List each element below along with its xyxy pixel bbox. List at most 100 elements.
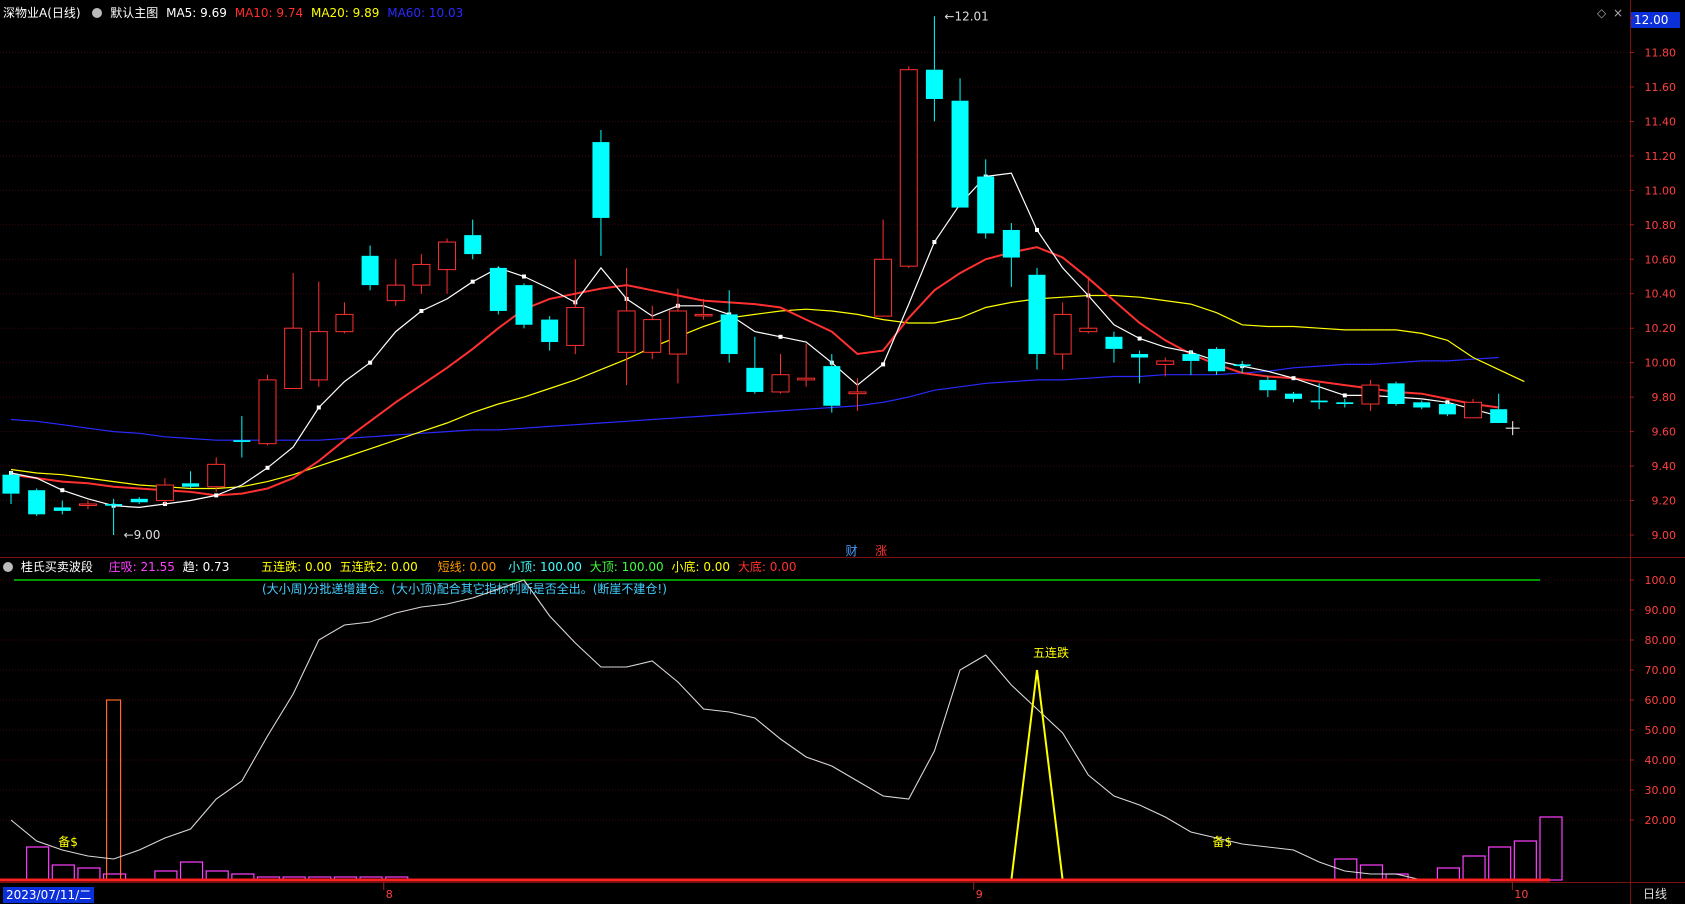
main-y-tick-label: 11.40: [1645, 115, 1677, 128]
candle-body-up: [1361, 384, 1380, 405]
candle: [28, 488, 46, 517]
candle-body-up: [438, 241, 457, 271]
candle: [746, 336, 764, 394]
sub-y-tick-label: 40.00: [1645, 754, 1677, 767]
candle: [1361, 379, 1380, 411]
candle: [1182, 350, 1200, 375]
candle-body-up: [643, 319, 662, 353]
candle: [1053, 302, 1072, 370]
candle-body-down: [1002, 229, 1020, 258]
candle-body-down: [1285, 393, 1302, 399]
candle-body-down: [1413, 402, 1431, 408]
main-y-tick-label: 11.60: [1645, 81, 1677, 94]
main-y-tick-label: 11.20: [1645, 150, 1677, 163]
bottom-axis-line: [0, 882, 1685, 883]
main-y-tick-label: 9.20: [1652, 495, 1677, 508]
main-y-tick-label: 11.00: [1645, 184, 1677, 197]
panel-divider: [0, 557, 1630, 558]
main-y-tick-label: 10.20: [1645, 322, 1677, 335]
candle: [899, 66, 918, 268]
candle: [925, 16, 943, 122]
candle: [386, 259, 405, 306]
main-y-tick-label: 9.00: [1652, 529, 1677, 542]
candle: [361, 245, 379, 291]
candle-body-down: [925, 69, 943, 99]
candle: [1002, 223, 1020, 287]
zhuangxi-box: [1539, 816, 1563, 881]
candle: [53, 500, 71, 515]
indicator-label: 备$: [1213, 835, 1233, 849]
candle-body-down: [746, 367, 764, 392]
candle-body-up: [309, 331, 328, 381]
zhuangxi-box: [1462, 855, 1486, 881]
candle: [2, 471, 20, 504]
candle-body-down: [1028, 274, 1046, 355]
main-y-tick-label: 9.60: [1652, 426, 1677, 439]
candle-body-down: [1336, 402, 1354, 405]
ma5-point: [60, 488, 65, 493]
candle-body-down: [489, 267, 507, 311]
candle-body-up: [207, 463, 226, 488]
candle: [1208, 347, 1226, 375]
candle: [977, 159, 995, 239]
candle-body-down: [1233, 364, 1251, 367]
candle: [155, 478, 174, 504]
candle-body-up: [412, 263, 431, 286]
candle-body-up: [797, 377, 816, 381]
ma5-point: [265, 465, 270, 470]
candle-body-down: [28, 490, 46, 515]
candle-body-up: [1156, 360, 1175, 365]
zhuangxi-box: [51, 864, 75, 881]
panel-divider-axis: [1630, 557, 1685, 558]
candle-body-down: [592, 142, 610, 218]
event-marker: 财: [845, 544, 857, 558]
ma5-point: [778, 334, 783, 339]
candle-body-down: [464, 235, 482, 255]
sub-y-tick-label: 20.00: [1645, 814, 1677, 827]
candle-body-down: [1387, 383, 1405, 405]
candle: [233, 416, 251, 458]
sub-y-tick-label: 70.00: [1645, 664, 1677, 677]
ma5-point: [470, 279, 475, 284]
candle-body-down: [2, 474, 20, 494]
ma5-point: [368, 360, 373, 365]
chart-canvas: 11.80 11.60 11.40 11.20 11.00 10.80 10.60 10.40…: [0, 0, 1685, 904]
wuliandie-spike: [985, 669, 1089, 881]
candle: [489, 266, 507, 315]
candle-body-down: [233, 440, 251, 442]
candle-body-down: [977, 176, 995, 234]
zhuangxi-box: [26, 846, 50, 881]
ma5-point: [1342, 393, 1347, 398]
candle: [1413, 400, 1431, 410]
ma5-point: [1291, 376, 1296, 381]
ma5-point: [316, 405, 321, 410]
candle-body-up: [78, 503, 97, 506]
candle: [1079, 276, 1098, 334]
candle: [1156, 357, 1175, 377]
candle-body-down: [720, 314, 738, 355]
ma5-point: [419, 308, 424, 313]
candle: [668, 288, 687, 384]
sub-y-tick-label: 50.00: [1645, 724, 1677, 737]
zhuangxi-box: [1359, 864, 1384, 881]
main-y-tick-label: 10.60: [1645, 253, 1677, 266]
candle-body-up: [155, 484, 174, 502]
candle-body-up: [694, 313, 713, 317]
candle: [592, 130, 610, 256]
trend-line: [10, 579, 1525, 881]
month-label: 10: [1514, 888, 1528, 901]
candle: [797, 343, 816, 387]
candle: [1259, 376, 1277, 398]
candle: [874, 219, 893, 317]
candle: [309, 281, 328, 387]
zhuangxi-box: [179, 861, 204, 881]
month-label: 8: [386, 888, 393, 901]
candle: [1028, 267, 1046, 370]
right-axis-divider: [1630, 0, 1631, 904]
candle: [1105, 331, 1123, 363]
candle-body-down: [1182, 354, 1200, 361]
candle-body-up: [771, 374, 790, 393]
candle-body-down: [105, 503, 123, 506]
candle-body-down: [1438, 404, 1456, 415]
candle: [566, 259, 585, 355]
